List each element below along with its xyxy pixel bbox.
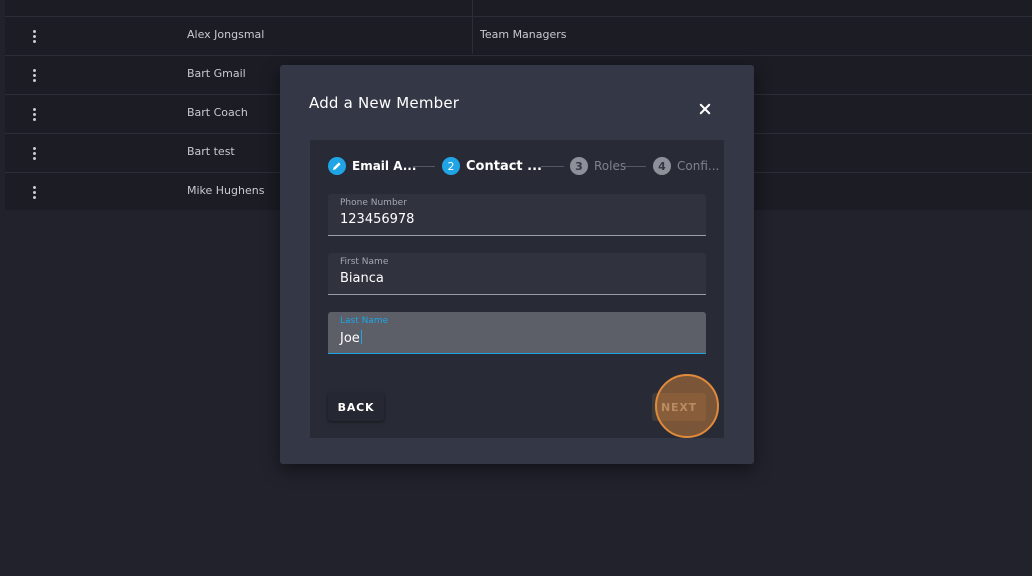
field-label: Phone Number bbox=[340, 198, 407, 208]
member-group: Team Managers bbox=[480, 28, 567, 41]
row-menu-icon[interactable] bbox=[27, 145, 43, 161]
step-number: 3 bbox=[570, 157, 588, 175]
step-connector bbox=[413, 166, 435, 167]
back-button[interactable]: BACK bbox=[328, 393, 384, 421]
field-value: 123456978 bbox=[340, 212, 415, 227]
step-number: 2 bbox=[442, 157, 460, 175]
table-header-row bbox=[5, 0, 1032, 16]
field-label: Last Name bbox=[340, 316, 389, 326]
row-menu-icon[interactable] bbox=[27, 67, 43, 83]
field-value: Bianca bbox=[340, 271, 384, 286]
stepper-panel: Email A... 2 Contact ... 3 Roles 4 Confi… bbox=[310, 140, 724, 438]
add-member-dialog: Add a New Member Email A... 2 Contact ..… bbox=[280, 65, 754, 464]
row-menu-icon[interactable] bbox=[27, 106, 43, 122]
member-name: Bart Gmail bbox=[187, 67, 246, 80]
step-label: Roles bbox=[594, 159, 627, 173]
member-name: Mike Hughens bbox=[187, 184, 265, 197]
next-button[interactable]: NEXT bbox=[652, 393, 706, 421]
step-number: 4 bbox=[653, 157, 671, 175]
step-connector bbox=[625, 166, 646, 167]
dialog-title: Add a New Member bbox=[309, 94, 460, 112]
member-name: Bart test bbox=[187, 145, 235, 158]
step-contact[interactable]: 2 Contact ... bbox=[442, 157, 542, 175]
step-label: Contact ... bbox=[466, 158, 542, 174]
last-name-field[interactable]: Last Name Joe bbox=[328, 312, 706, 354]
member-name: Bart Coach bbox=[187, 106, 248, 119]
step-roles[interactable]: 3 Roles bbox=[570, 157, 626, 175]
step-label: Email A... bbox=[352, 159, 417, 173]
text-caret bbox=[360, 330, 362, 344]
table-row[interactable]: Alex Jongsmal Team Managers bbox=[5, 16, 1032, 55]
row-menu-icon[interactable] bbox=[27, 28, 43, 44]
step-confirm[interactable]: 4 Confi... bbox=[653, 157, 719, 175]
field-value: Joe bbox=[340, 331, 360, 346]
field-value-wrap: Joe bbox=[340, 330, 362, 346]
step-email[interactable]: Email A... bbox=[328, 157, 416, 175]
field-label: First Name bbox=[340, 257, 389, 267]
close-icon[interactable] bbox=[697, 101, 713, 117]
member-name: Alex Jongsmal bbox=[187, 28, 265, 41]
step-connector bbox=[541, 166, 564, 167]
first-name-field[interactable]: First Name Bianca bbox=[328, 253, 706, 295]
step-label: Confi... bbox=[677, 159, 720, 173]
row-menu-icon[interactable] bbox=[27, 184, 43, 200]
phone-number-field[interactable]: Phone Number 123456978 bbox=[328, 194, 706, 236]
pencil-icon bbox=[328, 157, 346, 175]
